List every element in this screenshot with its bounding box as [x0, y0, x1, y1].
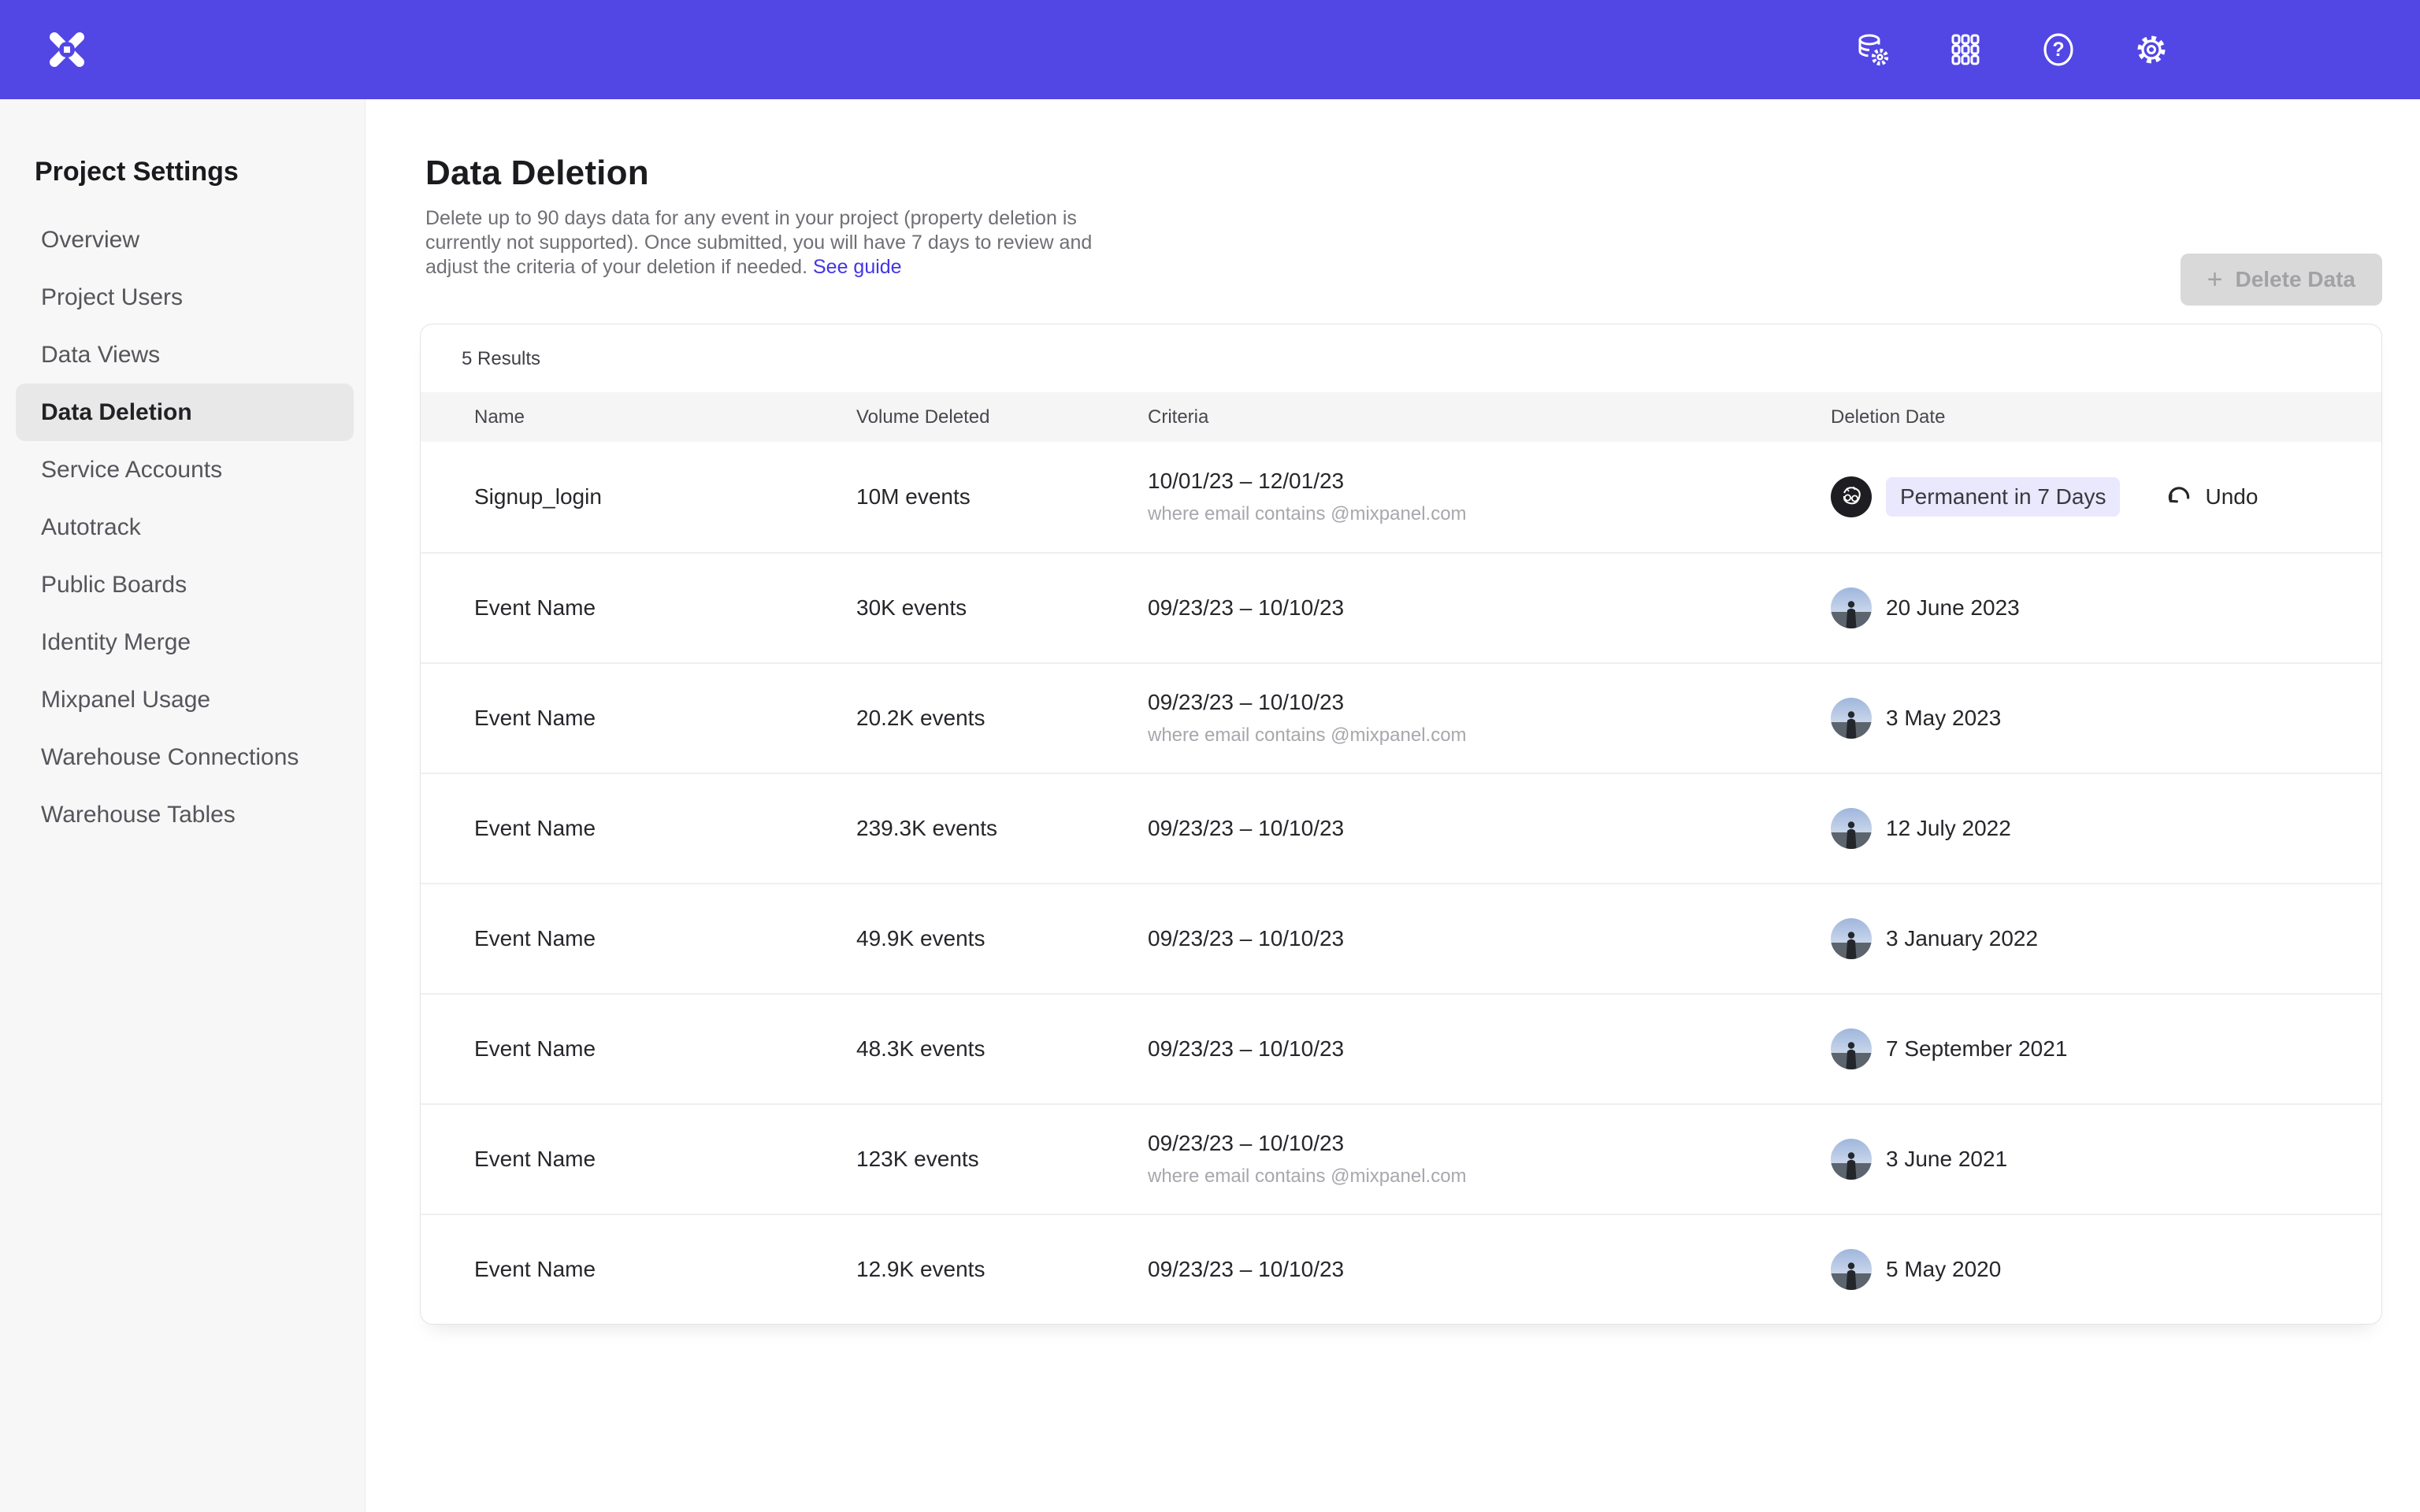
criteria-condition: where email contains @mixpanel.com	[1148, 724, 1831, 747]
criteria-range: 09/23/23 – 10/10/23	[1148, 1257, 1831, 1282]
table-row: Signup_login 10M events 10/01/23 – 12/01…	[421, 442, 2381, 552]
criteria-condition: where email contains @mixpanel.com	[1148, 503, 1831, 525]
table-row: Event Name 49.9K events 09/23/23 – 10/10…	[421, 883, 2381, 993]
column-header-criteria: Criteria	[1148, 406, 1831, 428]
table-row: Event Name 239.3K events 09/23/23 – 10/1…	[421, 773, 2381, 883]
table-header-row: Name Volume Deleted Criteria Deletion Da…	[421, 392, 2381, 442]
sidebar-item-warehouse-tables[interactable]: Warehouse Tables	[16, 786, 354, 843]
row-name: Event Name	[474, 1036, 856, 1062]
sidebar-item-autotrack[interactable]: Autotrack	[16, 498, 354, 556]
criteria-range: 09/23/23 – 10/10/23	[1148, 1131, 1831, 1156]
apps-grid-icon[interactable]	[1947, 32, 1984, 68]
row-volume: 48.3K events	[856, 1036, 1148, 1062]
avatar	[1831, 808, 1872, 849]
table-row: Event Name 20.2K events 09/23/23 – 10/10…	[421, 662, 2381, 773]
deletion-date: 12 July 2022	[1886, 816, 2011, 841]
avatar	[1831, 476, 1872, 517]
row-volume: 49.9K events	[856, 926, 1148, 951]
table-row: Event Name 12.9K events 09/23/23 – 10/10…	[421, 1214, 2381, 1324]
page-description: Delete up to 90 days data for any event …	[425, 206, 1134, 280]
delete-data-button[interactable]: + Delete Data	[2181, 254, 2382, 306]
topbar-icon-group: ?	[1854, 32, 2420, 68]
row-volume: 30K events	[856, 595, 1148, 621]
deletion-date: 20 June 2023	[1886, 595, 2020, 621]
sidebar-item-service-accounts[interactable]: Service Accounts	[16, 441, 354, 498]
row-name: Signup_login	[474, 484, 856, 510]
plus-icon: +	[2207, 266, 2223, 293]
undo-button[interactable]: Undo	[2164, 482, 2258, 512]
sidebar-item-data-deletion[interactable]: Data Deletion	[16, 384, 354, 441]
criteria-range: 09/23/23 – 10/10/23	[1148, 1036, 1831, 1062]
row-name: Event Name	[474, 706, 856, 731]
row-name: Event Name	[474, 1257, 856, 1282]
undo-label: Undo	[2205, 484, 2258, 510]
settings-gear-icon[interactable]	[2133, 32, 2169, 68]
row-volume: 10M events	[856, 484, 1148, 510]
row-name: Event Name	[474, 595, 856, 621]
help-icon[interactable]: ?	[2040, 32, 2077, 68]
deletion-date: 3 January 2022	[1886, 926, 2038, 951]
criteria-range: 09/23/23 – 10/10/23	[1148, 690, 1831, 715]
undo-icon	[2164, 482, 2194, 512]
criteria-range: 09/23/23 – 10/10/23	[1148, 816, 1831, 841]
sidebar-item-public-boards[interactable]: Public Boards	[16, 556, 354, 613]
delete-data-label: Delete Data	[2235, 267, 2355, 292]
main-content: Data Deletion Delete up to 90 days data …	[366, 99, 2420, 1512]
sidebar-item-project-users[interactable]: Project Users	[16, 269, 354, 326]
column-header-volume: Volume Deleted	[856, 406, 1148, 428]
deletion-date: 7 September 2021	[1886, 1036, 2067, 1062]
row-volume: 12.9K events	[856, 1257, 1148, 1282]
results-count: 5 Results	[421, 324, 2381, 392]
row-volume: 123K events	[856, 1147, 1148, 1172]
sidebar-item-warehouse-connections[interactable]: Warehouse Connections	[16, 728, 354, 786]
deletion-date: 3 June 2021	[1886, 1147, 2007, 1172]
criteria-condition: where email contains @mixpanel.com	[1148, 1166, 1831, 1188]
row-volume: 20.2K events	[856, 706, 1148, 731]
page-description-text: Delete up to 90 days data for any event …	[425, 207, 1092, 278]
criteria-range: 09/23/23 – 10/10/23	[1148, 926, 1831, 951]
status-badge: Permanent in 7 Days	[1886, 477, 2120, 517]
project-settings-sidebar: Project Settings Overview Project Users …	[0, 99, 366, 1512]
sidebar-item-mixpanel-usage[interactable]: Mixpanel Usage	[16, 671, 354, 728]
data-management-icon[interactable]	[1854, 32, 1891, 68]
page-title: Data Deletion	[425, 154, 2420, 192]
column-header-name: Name	[474, 406, 856, 428]
see-guide-link[interactable]: See guide	[813, 256, 902, 278]
question-glyph: ?	[2052, 39, 2064, 61]
row-name: Event Name	[474, 816, 856, 841]
sidebar-item-data-views[interactable]: Data Views	[16, 326, 354, 384]
sidebar-title: Project Settings	[0, 153, 365, 191]
deletion-date: 5 May 2020	[1886, 1257, 2001, 1282]
avatar	[1831, 698, 1872, 739]
sidebar-item-overview[interactable]: Overview	[16, 211, 354, 269]
mixpanel-logo-icon[interactable]	[47, 30, 87, 69]
table-row: Event Name 48.3K events 09/23/23 – 10/10…	[421, 993, 2381, 1103]
column-header-deletion-date: Deletion Date	[1831, 406, 2381, 428]
avatar	[1831, 1028, 1872, 1069]
criteria-range: 10/01/23 – 12/01/23	[1148, 469, 1831, 494]
table-row: Event Name 30K events 09/23/23 – 10/10/2…	[421, 552, 2381, 662]
avatar	[1831, 1249, 1872, 1290]
avatar	[1831, 918, 1872, 959]
row-volume: 239.3K events	[856, 816, 1148, 841]
row-name: Event Name	[474, 1147, 856, 1172]
deletion-results-card: 5 Results Name Volume Deleted Criteria D…	[420, 324, 2382, 1325]
top-navigation-bar: ?	[0, 0, 2420, 99]
deletion-date: 3 May 2023	[1886, 706, 2001, 731]
table-row: Event Name 123K events 09/23/23 – 10/10/…	[421, 1103, 2381, 1214]
criteria-range: 09/23/23 – 10/10/23	[1148, 595, 1831, 621]
sidebar-item-identity-merge[interactable]: Identity Merge	[16, 613, 354, 671]
avatar	[1831, 587, 1872, 628]
avatar	[1831, 1139, 1872, 1180]
row-name: Event Name	[474, 926, 856, 951]
